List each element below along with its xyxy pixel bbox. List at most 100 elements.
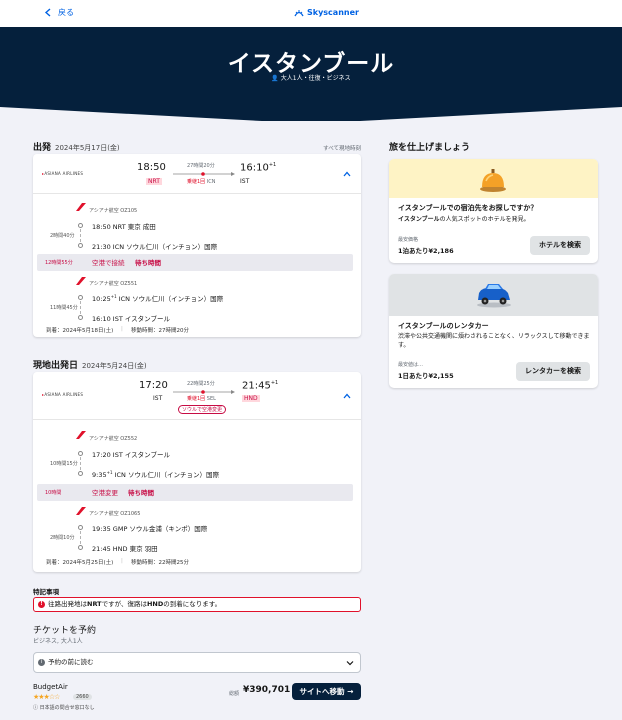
route-dot xyxy=(78,315,83,320)
asiana-wing-icon xyxy=(76,507,86,515)
hotel-price-caption: 最安価格 xyxy=(398,237,419,243)
asiana-wing-icon xyxy=(76,277,86,285)
price-label: 総額 xyxy=(229,691,240,697)
arr-time: 21:45 xyxy=(242,380,271,392)
divider: | xyxy=(121,326,123,332)
top-bar: 戻る Skyscanner xyxy=(0,0,622,27)
route-line xyxy=(173,172,235,176)
hotel-card: イスタンブールでの宿泊先をお探しですか？ イスタンブールの人気スポットのホテルを… xyxy=(389,159,598,263)
stops: 乗継1回 xyxy=(187,396,206,402)
total-duration: 移動時間：22時間25分 xyxy=(131,560,189,566)
seg1-departure: 18:50 NRT 東京 成田 xyxy=(92,223,156,231)
chevron-up-icon[interactable] xyxy=(343,392,351,400)
trip-summary-text: 大人1人・往復・ビジネス xyxy=(280,75,351,82)
route-dash xyxy=(80,229,81,242)
seg1-duration: 10時間15分 xyxy=(50,461,78,467)
alert-text: の到着になります。 xyxy=(163,600,222,608)
hotel-bell-icon xyxy=(480,169,506,192)
airline-logo-text: ASIANA AIRLINES xyxy=(44,392,84,397)
go-to-site-button[interactable]: サイトへ移動 → xyxy=(292,683,361,700)
inbound-heading: 現地出発日 2024年5月24日(金) xyxy=(33,358,147,371)
hero-banner: イスタンブール 👤 大人1人・往復・ビジネス xyxy=(0,27,622,107)
airline-logo-text: ASIANA AIRLINES xyxy=(44,171,84,176)
provider-name: BudgetAir xyxy=(33,683,68,691)
notes-heading: 特記事項 xyxy=(33,588,59,596)
route-dot xyxy=(78,223,83,228)
chevron-up-icon[interactable] xyxy=(343,170,351,178)
car-desc: 渋滞や公共交通機関に煩わされることなく、リラックスして移動できます。 xyxy=(398,333,590,349)
logo-text: Skyscanner xyxy=(307,8,359,17)
seg2-duration: 2時間10分 xyxy=(50,535,75,541)
outbound-heading-text: 出発 xyxy=(33,143,52,153)
stops: 乗継1回 xyxy=(187,179,206,185)
seg2-departure: ICN ソウル仁川（インチョン）国際 xyxy=(116,295,224,303)
route-dash xyxy=(80,301,81,314)
hotel-title: イスタンブールでの宿泊先をお探しですか？ xyxy=(398,204,538,212)
back-link[interactable]: 戻る xyxy=(44,7,74,18)
arrival-date: 到着：2024年5月18日(土) xyxy=(46,328,114,334)
arr-plus-day: +1 xyxy=(268,162,277,168)
outbound-summary[interactable]: ▸ASIANA AIRLINES 18:50 NRT 27時間20分 乗継1回 … xyxy=(33,154,361,194)
layover-wait: 待ち時間 xyxy=(128,489,154,497)
search-rental-car-button[interactable]: レンタカーを検索 xyxy=(516,362,590,381)
dep-time: 17:20 xyxy=(139,380,168,391)
trip-summary: 👤 大人1人・往復・ビジネス xyxy=(0,73,622,82)
alert-icon: ! xyxy=(38,601,45,608)
car-price-caption: 最安値は… xyxy=(398,362,424,368)
chevron-left-icon xyxy=(44,8,51,17)
provider-note: 日本語の問合せ窓口なし xyxy=(39,705,95,711)
arrival-date: 到着：2024年5月25日(土) xyxy=(46,560,114,566)
arr-plus-day: +1 xyxy=(270,380,279,386)
inbound-heading-text: 現地出発日 xyxy=(33,361,79,371)
outbound-date: 2024年5月17日(金) xyxy=(55,144,120,152)
info-icon: ⓘ xyxy=(33,705,39,711)
layover-airport-change: 空港で接続 xyxy=(92,259,125,267)
car-icon xyxy=(477,284,511,308)
inbound-date: 2024年5月24日(金) xyxy=(82,362,147,370)
seg2-arrival: 21:45 HND 東京 羽田 xyxy=(92,545,158,553)
divider: | xyxy=(121,558,123,564)
inbound-card: ▸ASIANA AIRLINES 17:20 IST 22時間25分 乗継1回 … xyxy=(33,372,361,572)
star-rating: ★★★☆☆ xyxy=(33,693,60,701)
seg2-airline: アシアナ航空 OZ1065 xyxy=(89,511,141,517)
skyscanner-logo[interactable]: Skyscanner xyxy=(294,8,359,17)
alert-text: ですが、復路は xyxy=(101,600,147,608)
alert-code-b: HND xyxy=(146,600,164,608)
airline-logo: ▸ASIANA AIRLINES xyxy=(42,171,83,176)
seg1-arrival: ICN ソウル仁川（インチョン）国際 xyxy=(112,471,219,479)
airport-change-tag: ソウルで空港変更 xyxy=(178,405,227,414)
alert-text: 往路出発地は xyxy=(48,600,87,608)
route-dot xyxy=(78,545,83,550)
route-dot xyxy=(78,295,83,300)
sunrise-icon xyxy=(294,9,304,16)
dep-code: IST xyxy=(153,395,163,402)
car-title: イスタンブールのレンタカー xyxy=(398,322,489,330)
person-icon: 👤 xyxy=(271,75,279,82)
total-duration: 移動時間：27時間20分 xyxy=(131,328,189,334)
dep-time: 18:50 xyxy=(137,162,166,173)
search-hotel-button[interactable]: ホテルを検索 xyxy=(530,236,590,255)
seg2-arrival: 16:10 IST イスタンブール xyxy=(92,315,170,323)
seg1-arr-time: 9:35 xyxy=(92,471,107,479)
seg1-duration: 2時間40分 xyxy=(50,233,75,239)
seg1-airline: アシアナ航空 OZ105 xyxy=(89,208,138,214)
route-dot xyxy=(78,243,83,248)
seg2-dep-time: 10:25 xyxy=(92,295,111,303)
duration: 22時間25分 xyxy=(187,381,215,387)
car-card: イスタンブールのレンタカー 渋滞や公共交通機関に煩わされることなく、リラックスし… xyxy=(389,274,598,388)
dep-code: NRT xyxy=(146,178,162,185)
outbound-card: ▸ASIANA AIRLINES 18:50 NRT 27時間20分 乗継1回 … xyxy=(33,154,361,337)
inbound-summary[interactable]: ▸ASIANA AIRLINES 17:20 IST 22時間25分 乗継1回 … xyxy=(33,372,361,420)
layover-time: 10時間 xyxy=(45,490,62,496)
read-before-label: 予約の前に読む xyxy=(48,658,94,666)
sidebar-heading: 旅を仕上げましょう xyxy=(389,143,471,153)
layover-bar: 10時間 空港変更 待ち時間 xyxy=(37,484,353,501)
total-price: ¥390,701 xyxy=(243,685,291,695)
seg2-departure: 19:35 GMP ソウル金浦（キンポ）国際 xyxy=(92,525,208,533)
layover-airport-change: 空港変更 xyxy=(92,489,118,497)
hotel-desc: の人気スポットのホテルを発見。 xyxy=(439,216,530,223)
alert-code-a: NRT xyxy=(87,600,102,608)
read-before-dropdown[interactable]: i 予約の前に読む xyxy=(33,652,361,673)
car-card-banner xyxy=(389,274,598,316)
seg2-airline: アシアナ航空 OZ551 xyxy=(89,281,138,287)
